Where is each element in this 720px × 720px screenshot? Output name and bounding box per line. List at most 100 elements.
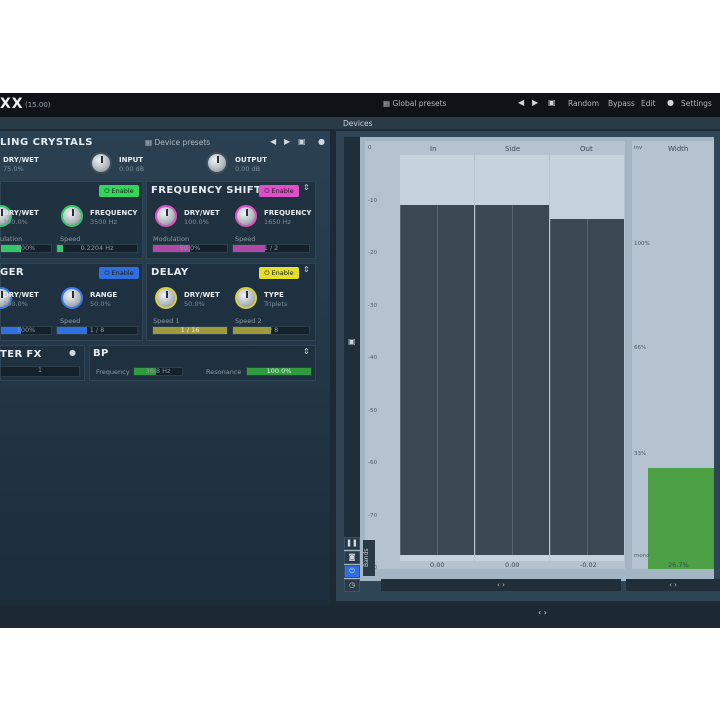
- bottom-scroll-handle[interactable]: ‹ ›: [538, 608, 547, 617]
- delay-menu-icon[interactable]: ⇕: [303, 265, 310, 274]
- device-presets-button[interactable]: ▦ Device presets: [145, 138, 210, 147]
- delay-speed2-bar[interactable]: 1 / 8: [232, 326, 310, 335]
- filter-resonance-bar[interactable]: 100.0%: [246, 367, 312, 376]
- frequency-knob-1[interactable]: [61, 205, 83, 227]
- meter-level-bar: [475, 205, 512, 555]
- output-label: OUTPUT: [235, 156, 267, 164]
- y-tick-label: -30: [368, 302, 377, 309]
- frequency-shifter-frequency-value: 1650 Hz: [264, 218, 291, 226]
- clock-button[interactable]: ◷: [344, 579, 360, 592]
- filter-fx-help-icon[interactable]: ●: [69, 348, 76, 357]
- enable-label-1: Enable: [111, 187, 134, 195]
- frequency-shifter-enable-button[interactable]: ⏻ Enable: [259, 185, 299, 197]
- edit-button[interactable]: Edit: [641, 99, 656, 108]
- frequency-shifter-title: FREQUENCY SHIFTER: [151, 185, 277, 196]
- flanger-speed-bar-value: 1 / 8: [89, 326, 105, 334]
- modulation-label-1: ulation: [0, 235, 23, 243]
- filter-mode-title[interactable]: BP: [93, 348, 109, 359]
- bands-tab[interactable]: Bands: [363, 540, 375, 576]
- frequency-shifter-modulation-label: Modulation: [153, 235, 190, 243]
- device-help-icon[interactable]: ●: [318, 137, 325, 146]
- next-device-preset-icon[interactable]: ▶: [284, 137, 290, 146]
- y-tick-label: 0: [368, 145, 372, 151]
- drywet-main-label: DRY/WET: [3, 156, 39, 164]
- meter-level-bar: [512, 205, 549, 555]
- width-tick-label: 66%: [634, 345, 647, 351]
- random-button[interactable]: Random: [568, 99, 599, 108]
- output-knob[interactable]: [206, 152, 228, 174]
- title-bar: XX (15.00) ▦ Global presets ◀ ▶ ▣ Random…: [0, 93, 720, 117]
- frequency-shifter-drywet-knob[interactable]: [155, 205, 177, 227]
- bottom-scroll-strip[interactable]: ‹ ›: [0, 605, 720, 628]
- meter-level-bar: [550, 218, 587, 555]
- frequency-shifter-menu-icon[interactable]: ⇕: [303, 183, 310, 192]
- filter-frequency-bar[interactable]: 36.8 Hz: [133, 367, 183, 376]
- next-preset-icon[interactable]: ▶: [532, 98, 538, 107]
- width-tick-label: mono: [634, 553, 650, 559]
- meter-expand-icon[interactable]: ▣: [348, 337, 356, 346]
- delay-drywet-knob[interactable]: [155, 287, 177, 309]
- pause-button[interactable]: ❚❚: [344, 537, 360, 550]
- meter-column-value: 0.00: [505, 561, 520, 569]
- speed-bar-1[interactable]: 0.2204 Hz: [56, 244, 138, 253]
- save-icon[interactable]: ▣: [548, 98, 556, 107]
- delay-enable-label: Enable: [271, 269, 294, 277]
- delay-speed1-bar[interactable]: 1 / 16: [152, 326, 228, 335]
- frequency-label-1: FREQUENCY: [90, 209, 138, 217]
- filter-fx-field[interactable]: 1: [0, 366, 80, 377]
- power-button[interactable]: ⏻: [344, 565, 360, 578]
- input-knob[interactable]: [90, 152, 112, 174]
- frequency-shifter-modulation-bar-value: 50.0%: [179, 244, 201, 252]
- delay-drywet-label: DRY/WET: [184, 291, 220, 299]
- frequency-shifter-speed-label: Speed: [235, 235, 256, 243]
- width-horizontal-scroll[interactable]: ‹ ›: [626, 579, 720, 591]
- flanger-modulation-bar[interactable]: 100%: [0, 326, 52, 335]
- modulation-bar-1[interactable]: 100%: [0, 244, 52, 253]
- flanger-enable-button[interactable]: ⏻ Enable: [99, 267, 139, 279]
- app-logo: XX: [0, 96, 24, 112]
- width-tick-label: 100%: [634, 241, 650, 247]
- save-device-icon[interactable]: ▣: [298, 137, 306, 146]
- delay-speed1-label: Speed 1: [153, 317, 180, 325]
- frequency-shifter-modulation-bar[interactable]: 50.0%: [152, 244, 228, 253]
- help-icon[interactable]: ●: [667, 98, 674, 107]
- meter-horizontal-scroll[interactable]: ‹ ›: [381, 579, 621, 591]
- y-tick-label: -20: [368, 250, 377, 256]
- devices-label: Devices: [343, 119, 373, 128]
- width-tick-label: 33%: [634, 451, 647, 457]
- delay-drywet-value: 50.0%: [184, 300, 205, 308]
- frequency-shifter-speed-bar-value: 1 / 2: [263, 244, 279, 252]
- flanger-speed-label: Speed: [60, 317, 81, 325]
- device-panel: LING CRYSTALS ▦ Device presets ◀ ▶ ▣ ● D…: [0, 131, 330, 611]
- delay-enable-button[interactable]: ⏻ Enable: [259, 267, 299, 279]
- bypass-button[interactable]: Bypass: [608, 99, 635, 108]
- flanger-speed-bar[interactable]: 1 / 8: [56, 326, 138, 335]
- frequency-shifter-speed-bar[interactable]: 1 / 2: [232, 244, 310, 253]
- prev-device-preset-icon[interactable]: ◀: [270, 137, 276, 146]
- snapshot-button[interactable]: ◙: [344, 551, 360, 564]
- version-label: (15.00): [25, 101, 51, 109]
- modulation-bar-value-1: 100%: [16, 244, 36, 252]
- frequency-shifter-drywet-value: 100.0%: [184, 218, 209, 226]
- global-presets-label: Global presets: [392, 99, 447, 108]
- filter-frequency-value: 36.8 Hz: [145, 367, 171, 375]
- delay-type-value: Triplets: [264, 300, 288, 308]
- width-column-header: Width: [668, 145, 689, 153]
- frequency-shifter-frequency-knob[interactable]: [235, 205, 257, 227]
- delay-type-knob[interactable]: [235, 287, 257, 309]
- width-level-fill: [648, 468, 714, 569]
- flanger-range-value: 50.0%: [90, 300, 111, 308]
- prev-preset-icon[interactable]: ◀: [518, 98, 524, 107]
- filter-fx-title: TER FX: [0, 349, 42, 360]
- device-presets-label: Device presets: [154, 138, 211, 147]
- meter-column-value: -0.02: [580, 561, 597, 569]
- filter-mode-menu-icon[interactable]: ⇕: [303, 347, 310, 356]
- delay-speed2-label: Speed 2: [235, 317, 262, 325]
- flanger-range-knob[interactable]: [61, 287, 83, 309]
- enable-button-1[interactable]: ⏻ Enable: [99, 185, 139, 197]
- device-title: LING CRYSTALS: [0, 137, 93, 148]
- meter-level-bar: [400, 205, 437, 555]
- settings-button[interactable]: Settings: [681, 99, 712, 108]
- drywet-value-1: 100.0%: [3, 218, 28, 226]
- global-presets-button[interactable]: ▦ Global presets: [383, 99, 446, 108]
